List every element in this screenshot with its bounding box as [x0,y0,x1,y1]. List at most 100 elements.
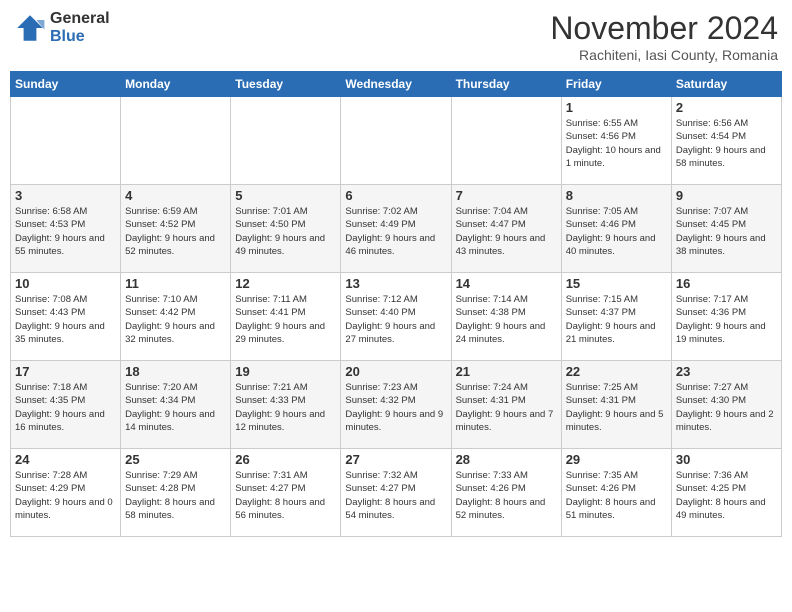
logo-icon [14,12,46,44]
day-info: Sunrise: 7:17 AM Sunset: 4:36 PM Dayligh… [676,293,777,346]
day-number: 10 [15,276,116,291]
day-info: Sunrise: 7:21 AM Sunset: 4:33 PM Dayligh… [235,381,336,434]
day-number: 15 [566,276,667,291]
day-number: 25 [125,452,226,467]
calendar-cell: 29 Sunrise: 7:35 AM Sunset: 4:26 PM Dayli… [561,449,671,537]
logo: General Blue [14,10,110,45]
calendar-cell: 8Sunrise: 7:05 AM Sunset: 4:46 PM Daylig… [561,185,671,273]
weekday-header-monday: Monday [121,72,231,97]
calendar-cell: 4 Sunrise: 6:59 AM Sunset: 4:52 PM Daylig… [121,185,231,273]
calendar-cell: 18 Sunrise: 7:20 AM Sunset: 4:34 PM Dayli… [121,361,231,449]
calendar-cell: 19Sunrise: 7:21 AM Sunset: 4:33 PM Dayli… [231,361,341,449]
weekday-header-thursday: Thursday [451,72,561,97]
day-number: 24 [15,452,116,467]
title-block: November 2024 Rachiteni, Iasi County, Ro… [550,10,778,63]
calendar-subtitle: Rachiteni, Iasi County, Romania [550,47,778,63]
weekday-header-saturday: Saturday [671,72,781,97]
weekday-header-row: SundayMondayTuesdayWednesdayThursdayFrid… [11,72,782,97]
calendar-cell: 11 Sunrise: 7:10 AM Sunset: 4:42 PM Dayli… [121,273,231,361]
calendar-cell [231,97,341,185]
day-number: 4 [125,188,226,203]
day-number: 26 [235,452,336,467]
day-number: 8 [566,188,667,203]
day-number: 5 [235,188,336,203]
weekday-header-friday: Friday [561,72,671,97]
calendar-cell: 17 Sunrise: 7:18 AM Sunset: 4:35 PM Dayli… [11,361,121,449]
day-info: Sunrise: 7:35 AM Sunset: 4:26 PM Dayligh… [566,469,667,522]
day-info: Sunrise: 6:55 AM Sunset: 4:56 PM Dayligh… [566,117,667,170]
calendar-week-3: 10 Sunrise: 7:08 AM Sunset: 4:43 PM Dayli… [11,273,782,361]
day-number: 28 [456,452,557,467]
day-info: Sunrise: 7:02 AM Sunset: 4:49 PM Dayligh… [345,205,446,258]
day-number: 12 [235,276,336,291]
logo-blue-text: Blue [50,28,110,46]
day-info: Sunrise: 7:20 AM Sunset: 4:34 PM Dayligh… [125,381,226,434]
day-info: Sunrise: 7:24 AM Sunset: 4:31 PM Dayligh… [456,381,557,434]
day-info: Sunrise: 7:07 AM Sunset: 4:45 PM Dayligh… [676,205,777,258]
day-info: Sunrise: 7:11 AM Sunset: 4:41 PM Dayligh… [235,293,336,346]
calendar-cell [451,97,561,185]
day-info: Sunrise: 7:15 AM Sunset: 4:37 PM Dayligh… [566,293,667,346]
calendar-week-4: 17 Sunrise: 7:18 AM Sunset: 4:35 PM Dayli… [11,361,782,449]
weekday-header-wednesday: Wednesday [341,72,451,97]
day-number: 29 [566,452,667,467]
day-number: 7 [456,188,557,203]
calendar-cell: 24 Sunrise: 7:28 AM Sunset: 4:29 PM Dayli… [11,449,121,537]
day-number: 22 [566,364,667,379]
calendar-week-1: 1 Sunrise: 6:55 AM Sunset: 4:56 PM Daylig… [11,97,782,185]
calendar-cell [121,97,231,185]
calendar-cell: 20 Sunrise: 7:23 AM Sunset: 4:32 PM Dayli… [341,361,451,449]
day-info: Sunrise: 7:27 AM Sunset: 4:30 PM Dayligh… [676,381,777,434]
calendar-cell: 16 Sunrise: 7:17 AM Sunset: 4:36 PM Dayli… [671,273,781,361]
day-number: 16 [676,276,777,291]
day-info: Sunrise: 7:14 AM Sunset: 4:38 PM Dayligh… [456,293,557,346]
day-number: 13 [345,276,446,291]
calendar-cell: 13 Sunrise: 7:12 AM Sunset: 4:40 PM Dayli… [341,273,451,361]
calendar-cell: 6 Sunrise: 7:02 AM Sunset: 4:49 PM Daylig… [341,185,451,273]
day-number: 18 [125,364,226,379]
day-number: 20 [345,364,446,379]
day-info: Sunrise: 7:23 AM Sunset: 4:32 PM Dayligh… [345,381,446,434]
day-info: Sunrise: 7:12 AM Sunset: 4:40 PM Dayligh… [345,293,446,346]
calendar-cell: 7 Sunrise: 7:04 AM Sunset: 4:47 PM Daylig… [451,185,561,273]
day-number: 14 [456,276,557,291]
day-number: 17 [15,364,116,379]
weekday-header-sunday: Sunday [11,72,121,97]
calendar-cell: 3 Sunrise: 6:58 AM Sunset: 4:53 PM Daylig… [11,185,121,273]
calendar-cell: 25Sunrise: 7:29 AM Sunset: 4:28 PM Dayli… [121,449,231,537]
calendar-cell: 22Sunrise: 7:25 AM Sunset: 4:31 PM Dayli… [561,361,671,449]
calendar-week-2: 3 Sunrise: 6:58 AM Sunset: 4:53 PM Daylig… [11,185,782,273]
day-number: 27 [345,452,446,467]
calendar-cell: 28 Sunrise: 7:33 AM Sunset: 4:26 PM Dayli… [451,449,561,537]
day-number: 2 [676,100,777,115]
page-header: General Blue November 2024 Rachiteni, Ia… [10,10,782,63]
day-info: Sunrise: 7:10 AM Sunset: 4:42 PM Dayligh… [125,293,226,346]
day-info: Sunrise: 6:59 AM Sunset: 4:52 PM Dayligh… [125,205,226,258]
day-info: Sunrise: 7:04 AM Sunset: 4:47 PM Dayligh… [456,205,557,258]
calendar-week-5: 24 Sunrise: 7:28 AM Sunset: 4:29 PM Dayli… [11,449,782,537]
day-info: Sunrise: 7:32 AM Sunset: 4:27 PM Dayligh… [345,469,446,522]
day-info: Sunrise: 6:56 AM Sunset: 4:54 PM Dayligh… [676,117,777,170]
day-number: 30 [676,452,777,467]
calendar-cell [341,97,451,185]
calendar-cell: 10 Sunrise: 7:08 AM Sunset: 4:43 PM Dayli… [11,273,121,361]
day-number: 23 [676,364,777,379]
day-info: Sunrise: 7:28 AM Sunset: 4:29 PM Dayligh… [15,469,116,522]
day-number: 3 [15,188,116,203]
calendar-table: SundayMondayTuesdayWednesdayThursdayFrid… [10,71,782,537]
calendar-cell: 1 Sunrise: 6:55 AM Sunset: 4:56 PM Daylig… [561,97,671,185]
day-number: 6 [345,188,446,203]
calendar-cell: 15 Sunrise: 7:15 AM Sunset: 4:37 PM Dayli… [561,273,671,361]
day-info: Sunrise: 7:18 AM Sunset: 4:35 PM Dayligh… [15,381,116,434]
day-number: 1 [566,100,667,115]
day-number: 11 [125,276,226,291]
calendar-cell: 30 Sunrise: 7:36 AM Sunset: 4:25 PM Dayli… [671,449,781,537]
day-info: Sunrise: 7:33 AM Sunset: 4:26 PM Dayligh… [456,469,557,522]
calendar-cell [11,97,121,185]
day-info: Sunrise: 7:36 AM Sunset: 4:25 PM Dayligh… [676,469,777,522]
day-number: 21 [456,364,557,379]
day-info: Sunrise: 7:08 AM Sunset: 4:43 PM Dayligh… [15,293,116,346]
day-info: Sunrise: 6:58 AM Sunset: 4:53 PM Dayligh… [15,205,116,258]
calendar-cell: 26Sunrise: 7:31 AM Sunset: 4:27 PM Dayli… [231,449,341,537]
calendar-cell: 2 Sunrise: 6:56 AM Sunset: 4:54 PM Daylig… [671,97,781,185]
